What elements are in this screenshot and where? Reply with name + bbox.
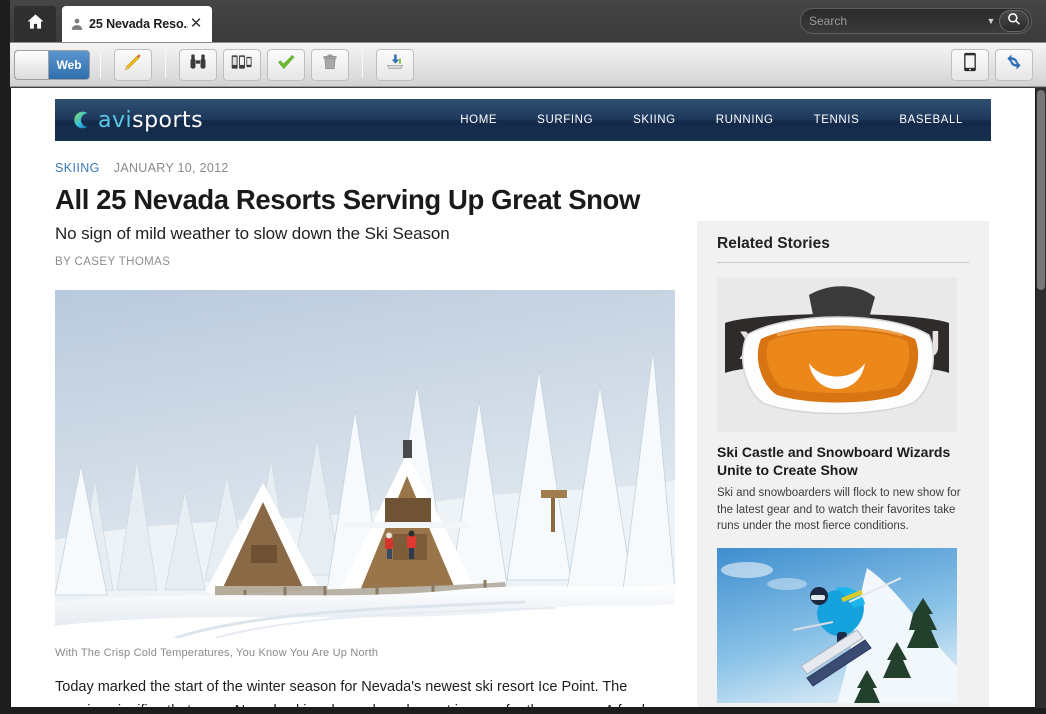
person-icon (70, 16, 84, 32)
list-item[interactable]: X U (717, 277, 969, 534)
web-mode-toggle[interactable]: Web (14, 49, 90, 80)
logo-sports: sports (132, 107, 204, 133)
site-header: avisports HOME SURFING SKIING RUNNING TE… (55, 99, 991, 141)
close-icon[interactable]: ✕ (188, 16, 204, 32)
page-scrollbar[interactable] (1036, 88, 1046, 708)
browser-window: 25 Nevada Reso... ✕ ▼ Web (0, 0, 1046, 714)
nav-item-home[interactable]: HOME (440, 114, 517, 126)
article-subhead: No sign of mild weather to slow down the… (55, 224, 450, 244)
toolbar-divider (100, 51, 101, 78)
site-nav: HOME SURFING SKIING RUNNING TENNIS BASEB… (440, 114, 983, 126)
web-mode-label: Web (49, 50, 89, 79)
window-frame-left (0, 0, 10, 714)
edit-pencil-button[interactable] (114, 48, 152, 81)
publish-button[interactable] (376, 48, 414, 81)
approve-button[interactable] (267, 48, 305, 81)
mobile-preview-button[interactable] (951, 48, 989, 81)
pencil-icon (123, 52, 143, 77)
nav-item-baseball[interactable]: BASEBALL (879, 114, 983, 126)
article-hero-image (55, 290, 675, 639)
article-category[interactable]: SKIING (55, 161, 100, 175)
checkmark-icon (275, 52, 297, 77)
chevron-down-icon[interactable]: ▼ (983, 16, 999, 26)
content-columns: SKIING JANUARY 10, 2012 All 25 Nevada Re… (55, 141, 991, 707)
publish-icon (385, 52, 405, 77)
preview-binoculars-button[interactable] (179, 48, 217, 81)
nav-item-surfing[interactable]: SURFING (517, 114, 613, 126)
refresh-sync-button[interactable] (995, 48, 1033, 81)
toolbar-divider (165, 51, 166, 78)
search-input[interactable] (809, 10, 983, 32)
web-page: avisports HOME SURFING SKIING RUNNING TE… (11, 99, 1035, 707)
related-story-headline[interactable]: Ski Castle and Snowboard Wizards Unite t… (717, 443, 969, 479)
ski-jumper-thumbnail[interactable] (717, 548, 957, 704)
page-viewport[interactable]: avisports HOME SURFING SKIING RUNNING TE… (10, 88, 1036, 708)
trash-icon (321, 52, 339, 77)
mobile-icon (963, 52, 977, 77)
editor-toolbar: Web (0, 42, 1046, 87)
article-date: JANUARY 10, 2012 (113, 161, 229, 175)
search-box[interactable]: ▼ (800, 8, 1032, 34)
nav-item-running[interactable]: RUNNING (696, 114, 794, 126)
binoculars-icon (188, 52, 208, 77)
article-body: Today marked the start of the winter sea… (55, 679, 650, 707)
search-submit-button[interactable] (999, 10, 1029, 32)
list-item[interactable]: Alexandra Smith Extends World Cup Lead (717, 548, 969, 707)
toggle-knob (15, 50, 49, 79)
related-stories-panel: Related Stories X U (697, 221, 989, 707)
toolbar-divider (362, 51, 363, 78)
tab-title: 25 Nevada Reso... (89, 17, 188, 31)
article-meta: SKIING JANUARY 10, 2012 (55, 161, 675, 175)
article-byline: BY CASEY THOMAS (55, 256, 171, 269)
image-caption: With The Crisp Cold Temperatures, You Kn… (55, 647, 379, 660)
site-logo[interactable]: avisports (71, 108, 203, 133)
browser-tab[interactable]: 25 Nevada Reso... ✕ (62, 6, 212, 42)
magnifier-icon (1007, 12, 1021, 31)
scrollbar-thumb[interactable] (1037, 90, 1045, 290)
logo-avi: avi (98, 107, 133, 133)
related-stories-title: Related Stories (717, 235, 969, 263)
home-button[interactable] (14, 6, 56, 42)
delete-button[interactable] (311, 48, 349, 81)
related-story-description: Ski and snowboarders will flock to new s… (717, 487, 961, 533)
browser-titlebar: 25 Nevada Reso... ✕ ▼ (0, 0, 1046, 42)
home-icon (26, 12, 45, 36)
page-title: All 25 Nevada Resorts Serving Up Great S… (55, 184, 640, 215)
ski-goggles-thumbnail[interactable]: X U (717, 277, 957, 432)
device-preview-button[interactable] (223, 48, 261, 81)
article: SKIING JANUARY 10, 2012 All 25 Nevada Re… (55, 141, 675, 707)
avisports-logo-icon (71, 110, 91, 130)
window-frame-bottom (0, 708, 1046, 714)
site-logo-text: avisports (98, 108, 203, 133)
devices-icon (231, 52, 253, 77)
nav-item-skiing[interactable]: SKIING (613, 114, 696, 126)
nav-item-tennis[interactable]: TENNIS (794, 114, 880, 126)
sync-arrows-icon (1004, 52, 1024, 77)
